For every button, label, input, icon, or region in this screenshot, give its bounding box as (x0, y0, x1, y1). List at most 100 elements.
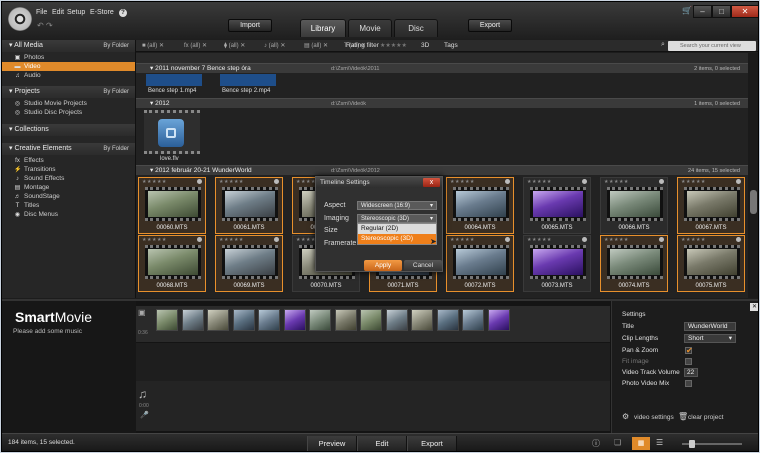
list-view-icon[interactable]: ☰ (656, 438, 663, 447)
gear-icon[interactable]: ⚙ (622, 412, 629, 421)
clip-thumbnail[interactable]: ★★★★★ 00069.MTS (215, 235, 283, 292)
cart-icon[interactable]: 🛒 (682, 6, 692, 15)
menu-setup[interactable]: Setup (67, 9, 85, 16)
zoom-slider-knob[interactable] (689, 440, 695, 448)
clip-thumbnail[interactable]: ★★★★★ 00060.MTS (138, 177, 206, 234)
aspect-select[interactable]: Widescreen (16:9) ▾ (357, 201, 437, 210)
media-strip[interactable]: ▣ 0:36 (136, 306, 610, 342)
rating-stars[interactable]: ★★★★★ (604, 179, 629, 185)
dialog-close-button[interactable]: x (423, 178, 440, 187)
strip-thumbnail[interactable] (436, 309, 459, 331)
sidebar-item-video[interactable]: ▬ Video (2, 62, 135, 71)
filter-3d-toggle[interactable]: 3D (421, 41, 429, 51)
menu-estore[interactable]: E-Store (90, 9, 114, 16)
strip-thumbnail[interactable] (462, 309, 484, 331)
clip-thumbnail[interactable] (220, 74, 276, 86)
strip-thumbnail[interactable] (334, 309, 357, 331)
scrollbar-thumb[interactable] (750, 190, 757, 214)
clip-thumbnail[interactable]: ★★★★★ 00072.MTS (446, 235, 514, 292)
sidebar-item-sound-effects[interactable]: ♪ Sound Effects (2, 174, 135, 183)
export-top-button[interactable]: Export (468, 19, 512, 32)
imaging-select[interactable]: Stereoscopic (3D) ▾ (357, 214, 437, 223)
edit-button[interactable]: Edit (357, 436, 407, 451)
title-input[interactable]: WunderWorld (684, 322, 736, 331)
section-projects[interactable]: ▾ Projects By Folder (2, 86, 135, 98)
sidebar-item-effects[interactable]: fx Effects (2, 156, 135, 165)
library-scrollbar[interactable] (748, 53, 758, 298)
strip-thumbnail[interactable] (156, 309, 178, 331)
rating-stars[interactable]: ★★★★★ (604, 237, 629, 243)
microphone-icon[interactable]: 🎤 (140, 411, 149, 419)
redo-icon[interactable]: ↷ (46, 21, 53, 30)
section-creative-elements[interactable]: ▾ Creative Elements By Folder (2, 143, 135, 155)
cancel-button[interactable]: Cancel (404, 260, 442, 271)
sort-by-folder-dropdown[interactable]: By Folder (103, 40, 129, 52)
sidebar-item-movie-projects[interactable]: ◎ Studio Movie Projects (2, 99, 135, 108)
info-icon[interactable] (736, 179, 741, 184)
strip-thumbnail[interactable] (258, 309, 280, 331)
thumbnail-view-icon[interactable]: ▦ (632, 437, 650, 450)
info-icon[interactable] (582, 237, 587, 242)
photo-mix-checkbox[interactable] (685, 380, 692, 387)
clip-thumbnail[interactable]: ★★★★★ 00064.MTS (446, 177, 514, 234)
strip-thumbnail[interactable] (283, 309, 306, 331)
info-icon[interactable] (274, 179, 279, 184)
info-icon[interactable] (197, 179, 202, 184)
strip-thumbnail[interactable] (487, 309, 510, 331)
filter-montage-chip[interactable]: ▤ (all) ✕ (304, 41, 328, 51)
import-button[interactable]: Import (228, 19, 272, 32)
close-button[interactable]: ✕ (731, 5, 758, 18)
clip-thumbnail[interactable]: ★★★★★ 00074.MTS (600, 235, 668, 292)
fit-image-checkbox[interactable] (685, 358, 692, 365)
rating-filter-stars[interactable]: ★★★★★ (380, 41, 407, 51)
sidebar-item-photos[interactable]: ▣ Photos (2, 53, 135, 62)
video-settings-link[interactable]: video settings (634, 414, 674, 421)
clip-lengths-select[interactable]: Short ▾ (684, 334, 736, 343)
sort-by-folder-dropdown[interactable]: By Folder (103, 143, 129, 155)
clip-thumbnail[interactable]: ★★★★★ 00073.MTS (523, 235, 591, 292)
preview-button[interactable]: Preview (307, 436, 357, 451)
strip-thumbnail[interactable] (309, 309, 331, 331)
rating-stars[interactable]: ★★★★★ (450, 179, 475, 185)
menu-edit[interactable]: Edit (52, 9, 64, 16)
sort-by-folder-dropdown[interactable]: By Folder (103, 86, 129, 98)
rating-stars[interactable]: ★★★★★ (681, 237, 706, 243)
filter-tags-toggle[interactable]: Tags (444, 41, 458, 51)
clip-thumbnail[interactable] (146, 74, 202, 86)
strip-thumbnail[interactable] (207, 309, 229, 331)
clip-thumbnail[interactable] (144, 110, 200, 154)
search-input[interactable]: Search your current view (668, 41, 756, 51)
strip-thumbnail[interactable] (232, 309, 255, 331)
tab-disc[interactable]: Disc (394, 19, 438, 37)
strip-thumbnail[interactable] (360, 309, 382, 331)
clip-thumbnail[interactable]: ★★★★★ 00065.MTS (523, 177, 591, 234)
filter-video-chip[interactable]: ■ (all) ✕ (142, 41, 164, 51)
group-header[interactable]: ▾ 2012 február 20-21 WunderWorld d:\Zsm\V… (136, 165, 748, 175)
info-icon[interactable] (582, 179, 587, 184)
stack-icon[interactable]: ❏ (614, 438, 621, 447)
clip-thumbnail[interactable]: ★★★★★ 00066.MTS (600, 177, 668, 234)
clip-thumbnail[interactable]: ★★★★★ 00061.MTS (215, 177, 283, 234)
filter-audio-chip[interactable]: ♪ (all) ✕ (264, 41, 285, 51)
sidebar-item-titles[interactable]: T Titles (2, 201, 135, 210)
sidebar-item-disc-projects[interactable]: ◎ Studio Disc Projects (2, 108, 135, 117)
info-icon[interactable] (736, 237, 741, 242)
menu-file[interactable]: File (36, 9, 47, 16)
rating-stars[interactable]: ★★★★★ (450, 237, 475, 243)
sidebar-item-audio[interactable]: ♫ Audio (2, 71, 135, 80)
maximize-button[interactable]: □ (712, 5, 731, 18)
export-button[interactable]: Export (407, 436, 457, 451)
info-icon[interactable] (274, 237, 279, 242)
info-icon[interactable] (659, 237, 664, 242)
sidebar-item-soundstage[interactable]: ♬ SoundStage (2, 192, 135, 201)
group-header[interactable]: ▾ 2011 november 7 Bence step óra d:\Zsm\V… (136, 63, 748, 73)
apply-button[interactable]: Apply (364, 260, 402, 271)
info-icon[interactable] (197, 237, 202, 242)
strip-thumbnail[interactable] (385, 309, 408, 331)
strip-thumbnail[interactable] (181, 309, 204, 331)
rating-stars[interactable]: ★★★★★ (527, 237, 552, 243)
rating-stars[interactable]: ★★★★★ (219, 237, 244, 243)
tab-movie[interactable]: Movie (348, 19, 392, 37)
info-icon[interactable] (505, 237, 510, 242)
clip-thumbnail[interactable]: ★★★★★ 00067.MTS (677, 177, 745, 234)
